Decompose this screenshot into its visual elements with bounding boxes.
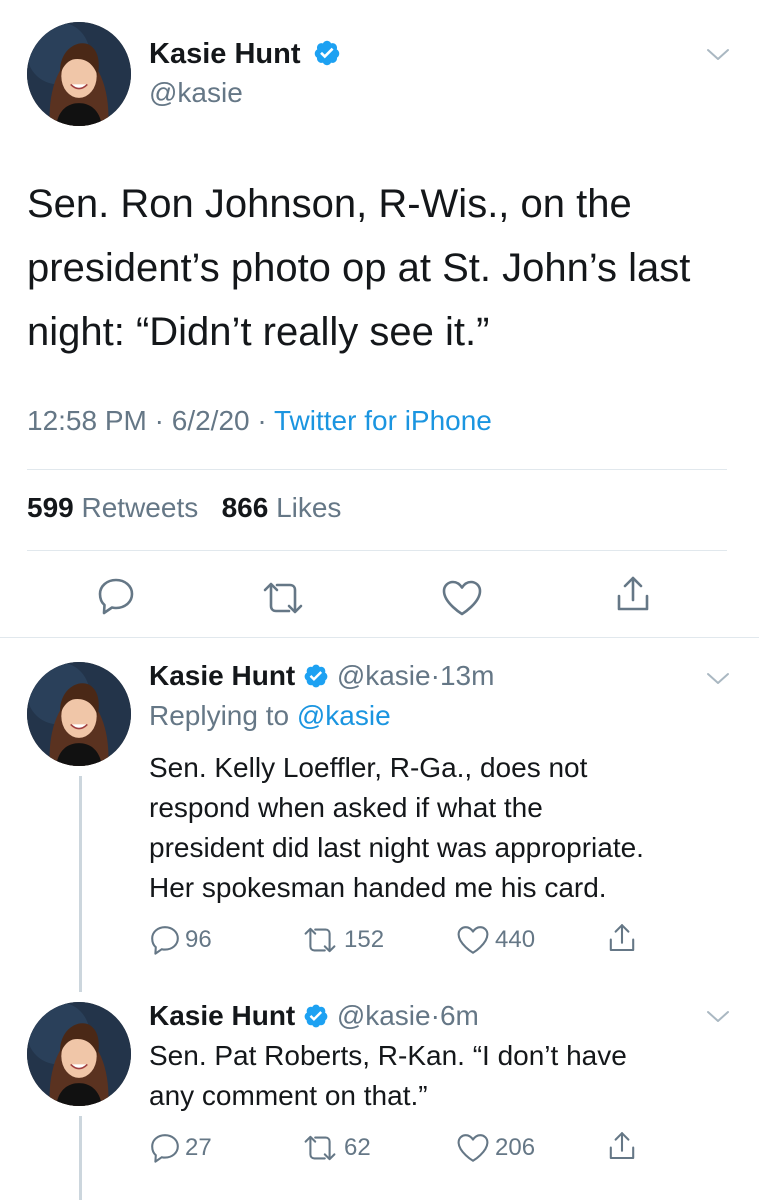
meta-separator: · [154,405,164,436]
reply-avatar[interactable] [27,1002,131,1106]
meta-separator: · [430,1000,440,1031]
main-tweet-avatar[interactable] [27,22,131,126]
main-tweet-author-handle[interactable]: @kasie [149,77,243,109]
like-button[interactable]: 440 [455,924,535,956]
replying-to-handle-link[interactable]: @kasie [297,700,391,731]
like-count: 206 [495,1134,536,1161]
retweets-count: 599 [27,492,74,523]
meta-separator: · [257,405,267,436]
tweet-time: 12:58 PM [27,405,147,436]
meta-separator: · [430,660,440,691]
likes-label: Likes [276,492,342,523]
tweet-source-link[interactable]: Twitter for iPhone [274,405,492,436]
heart-icon [455,1132,491,1164]
reply-author-name[interactable]: Kasie Hunt [149,660,295,691]
reply-header: Kasie Hunt @kasie·13m [149,660,494,692]
chevron-down-icon[interactable] [706,1010,730,1024]
tweet-stats: 599 Retweets 866 Likes [27,492,341,524]
retweet-count: 62 [344,1134,371,1161]
author-name-text: Kasie Hunt [149,38,301,70]
main-tweet-text: Sen. Ron Johnson, R-Wis., on the preside… [27,172,737,364]
retweets-label: Retweets [81,492,199,523]
replying-to-line: Replying to @kasie [149,700,391,732]
reply-icon [149,1132,181,1164]
like-button[interactable]: 206 [455,1132,535,1164]
divider [27,469,727,470]
reply-text-line: president did last night was appropriate… [149,832,644,863]
share-button[interactable] [606,1130,642,1162]
like-count: 440 [495,926,536,953]
reply-count: 27 [185,1134,212,1161]
reply-author-handle[interactable]: @kasie [337,660,431,691]
reply-text-line: Her spokesman handed me his card. [149,872,607,903]
likes-count: 866 [221,492,269,523]
reply-count: 96 [185,926,212,953]
verified-badge-icon [313,39,341,67]
retweet-count: 152 [344,926,385,953]
retweet-button[interactable]: 62 [300,1132,371,1164]
heart-icon [455,924,491,956]
reply-author-name[interactable]: Kasie Hunt [149,1000,295,1031]
heart-icon[interactable] [440,578,484,618]
divider [0,637,759,638]
retweet-icon [300,1132,340,1164]
retweet-icon [300,924,340,956]
reply-text-line: any comment on that.” [149,1080,428,1111]
reply-icon[interactable] [96,576,136,616]
reply-header: Kasie Hunt @kasie·6m [149,1000,479,1032]
tweet-metadata: 12:58 PM · 6/2/20 · Twitter for iPhone [27,405,492,437]
share-button[interactable] [606,922,642,954]
reply-author-handle[interactable]: @kasie [337,1000,431,1031]
retweet-button[interactable]: 152 [300,924,384,956]
reply-text-line: Sen. Pat Roberts, R-Kan. “I don’t have [149,1040,627,1071]
tweet-text-line: president’s photo op at St. John’s last [27,246,691,290]
reply-time-ago[interactable]: 6m [440,1000,479,1031]
chevron-down-icon[interactable] [706,48,730,62]
reply-text: Sen. Pat Roberts, R-Kan. “I don’t have a… [149,1036,729,1116]
reply-text-line: respond when asked if what the [149,792,543,823]
reply-text: Sen. Kelly Loeffler, R-Ga., does not res… [149,748,729,908]
share-icon[interactable] [613,574,653,614]
retweet-icon[interactable] [259,578,307,618]
likes-stat[interactable]: 866 Likes [222,492,342,523]
thread-connector-line [79,776,82,992]
share-icon [606,922,638,954]
reply-icon [149,924,181,956]
reply-avatar[interactable] [27,662,131,766]
tweet-date: 6/2/20 [171,405,250,436]
reply-button[interactable]: 96 [149,924,212,956]
tweet-text-line: night: “Didn’t really see it.” [27,310,490,354]
verified-badge-icon [303,663,329,689]
reply-button[interactable]: 27 [149,1132,212,1164]
verified-badge-icon [303,1003,329,1029]
reply-text-line: Sen. Kelly Loeffler, R-Ga., does not [149,752,588,783]
retweets-stat[interactable]: 599 Retweets [27,492,198,523]
reply-time-ago[interactable]: 13m [440,660,494,691]
tweet-text-line: Sen. Ron Johnson, R-Wis., on the [27,182,632,226]
divider [27,550,727,551]
main-tweet-author-name[interactable]: Kasie Hunt [149,38,341,71]
replying-to-prefix: Replying to [149,700,290,731]
chevron-down-icon[interactable] [706,672,730,686]
share-icon [606,1130,638,1162]
thread-connector-line [79,1116,82,1200]
